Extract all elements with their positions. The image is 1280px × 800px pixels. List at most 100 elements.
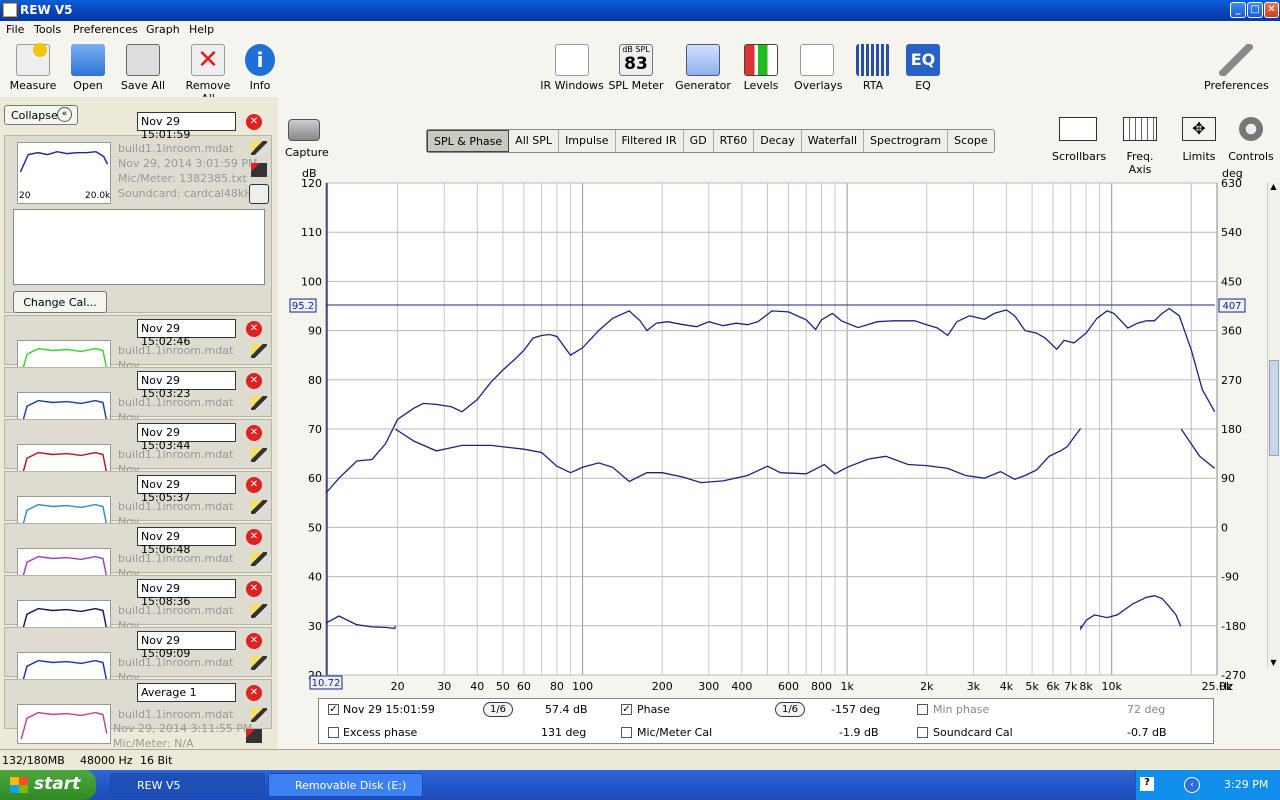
y2-tick-label: 360 [1221,325,1242,338]
spl-meter-button[interactable]: dB SPL 83 SPL Meter [608,42,664,92]
entry-date-field[interactable]: Nov 29 15:06:48 [137,527,236,556]
y-tick-label: 120 [301,177,322,190]
min-phase-checkbox[interactable] [917,704,928,715]
ir-windows-button[interactable]: IR Windows [540,42,604,92]
remove-entry-icon[interactable]: ✕ [246,425,262,441]
entry-date-field[interactable]: Nov 29 15:05:37 [137,475,236,504]
y2-tick-label: 630 [1221,177,1242,190]
chevron-left-icon: « [57,107,72,122]
start-button[interactable]: start [0,770,96,800]
change-cal-button[interactable]: Change Cal... [13,291,107,313]
levels-button[interactable]: Levels [740,42,782,92]
sample-rate-status: 48000 Hz [80,754,133,767]
pen-icon[interactable] [251,396,267,410]
spl-smoothing-selector[interactable]: 1/6 [483,702,513,717]
spl-phase-chart[interactable]: 20 30 40 50 60 80 100 200 300 400 600 800 1k 2k 3k 4k 5k… [278,97,1280,697]
taskbar-item-removable-disk[interactable]: Removable Disk (E:) [268,773,423,797]
pen-icon[interactable] [251,344,267,358]
pen-icon[interactable] [251,141,267,155]
generator-button[interactable]: Generator [675,42,731,92]
x-tick-label: 20 [391,680,405,693]
measurement-entry-1[interactable]: 1 20 20.0k build1.1inroom.mdat Nov 29, 2… [4,135,272,313]
close-button[interactable]: ✕ [1264,2,1279,18]
overlays-button[interactable]: Overlays [794,42,843,92]
scrollbar-thumb[interactable] [1269,360,1279,456]
remove-entry-icon[interactable]: ✕ [246,529,262,545]
remove-entry-icon[interactable]: ✕ [246,373,262,389]
x-tick-label: 7k [1064,680,1078,693]
collapse-button[interactable]: Collapse « [4,105,78,125]
x-tick-label: 5k [1025,680,1039,693]
notes-icon[interactable] [249,184,269,204]
open-button[interactable]: Open [66,42,110,92]
scroll-up-icon[interactable]: ▲ [1268,182,1279,192]
entry-date-field[interactable]: Nov 29 15:03:23 [137,371,236,400]
entry-date-field[interactable]: Nov 29 15:08:36 [137,579,236,608]
measurement-checkbox[interactable]: ✓ [328,704,339,715]
info-button[interactable]: i Info [244,42,276,92]
entry-date-field[interactable]: Nov 29 15:03:44 [137,423,236,452]
legend-excess-phase-value: 131 deg [541,726,587,739]
excess-phase-checkbox[interactable] [328,727,339,738]
pen-icon[interactable] [251,448,267,462]
remove-entry-icon[interactable]: ✕ [246,477,262,493]
phase-smoothing-selector[interactable]: 1/6 [775,702,805,717]
windows-logo-icon [10,777,28,793]
taskbar: start REW V5 Removable Disk (E:) ? ‹ 3:2… [0,770,1280,800]
x-tick-label: 1k [840,680,854,693]
remove-all-button[interactable]: ✕Remove All [178,42,238,105]
x-tick-label: 6k [1046,680,1060,693]
mic-cal-checkbox[interactable] [621,727,632,738]
soundcard-cal-checkbox[interactable] [917,727,928,738]
phase-checkbox[interactable]: ✓ [621,704,632,715]
bit-depth-status: 16 Bit [140,754,173,767]
entry-date-field[interactable]: Average 1 [137,683,236,702]
pen-icon[interactable] [251,604,267,618]
menu-preferences[interactable]: Preferences [73,23,138,36]
legend-soundcard-cal-label: Soundcard Cal [933,726,1013,739]
help-icon[interactable]: ? [1140,777,1154,791]
entry-date-field[interactable]: Nov 29 15:01:59 [137,112,236,141]
remove-entry-icon[interactable]: ✕ [246,321,262,337]
notes-textarea[interactable] [13,209,265,285]
x-tick-label: 4k [1000,680,1014,693]
menu-tools[interactable]: Tools [34,23,61,36]
rta-button[interactable]: RTA [856,42,890,92]
legend-measurement-name: Nov 29 15:01:59 [343,703,435,716]
tray-expand-icon[interactable]: ‹ [1184,777,1200,793]
entry-datetime: Nov 29, 2014 3:01:59 PM [118,157,258,170]
legend-min-phase-value: 72 deg [1127,703,1166,716]
entry-date-field[interactable]: Nov 29 15:02:46 [137,319,236,348]
remove-entry-icon[interactable]: ✕ [246,581,262,597]
eyedropper-icon[interactable] [251,163,267,177]
pen-icon[interactable] [251,500,267,514]
entry-soundcard: Soundcard: cardcal48kHz [118,187,259,200]
clock: 3:29 PM [1224,778,1269,791]
entry-date-field[interactable]: Nov 29 15:09:09 [137,631,236,660]
vertical-scrollbar[interactable]: ▲ ▼ [1267,182,1279,668]
remove-entry-icon[interactable]: ✕ [246,114,262,130]
remove-entry-icon[interactable]: ✕ [246,633,262,649]
menu-graph[interactable]: Graph [146,23,180,36]
preferences-button[interactable]: Preferences [1204,42,1269,92]
taskbar-item-rew[interactable]: REW V5 [110,773,265,797]
remove-entry-icon[interactable]: ✕ [246,685,262,701]
cursor-deg-readout: 407 [1222,301,1241,312]
scroll-down-icon[interactable]: ▼ [1268,658,1279,668]
minimize-button[interactable]: _ [1230,2,1246,18]
maximize-button[interactable]: □ [1247,2,1263,18]
y2-tick-label: 180 [1221,423,1242,436]
pen-icon[interactable] [251,656,267,670]
pen-icon[interactable] [251,552,267,566]
save-icon [126,44,160,76]
menu-file[interactable]: File [6,23,24,36]
pen-icon[interactable] [251,708,267,722]
menu-help[interactable]: Help [189,23,214,36]
y-tick-label: 30 [308,620,322,633]
save-all-button[interactable]: Save All [118,42,168,92]
x-tick-label: 60 [517,680,531,693]
overlays-icon [800,44,834,76]
measure-button[interactable]: Measure [8,42,58,92]
eq-button[interactable]: EQ EQ [906,42,940,92]
eyedropper-icon[interactable] [246,729,262,743]
